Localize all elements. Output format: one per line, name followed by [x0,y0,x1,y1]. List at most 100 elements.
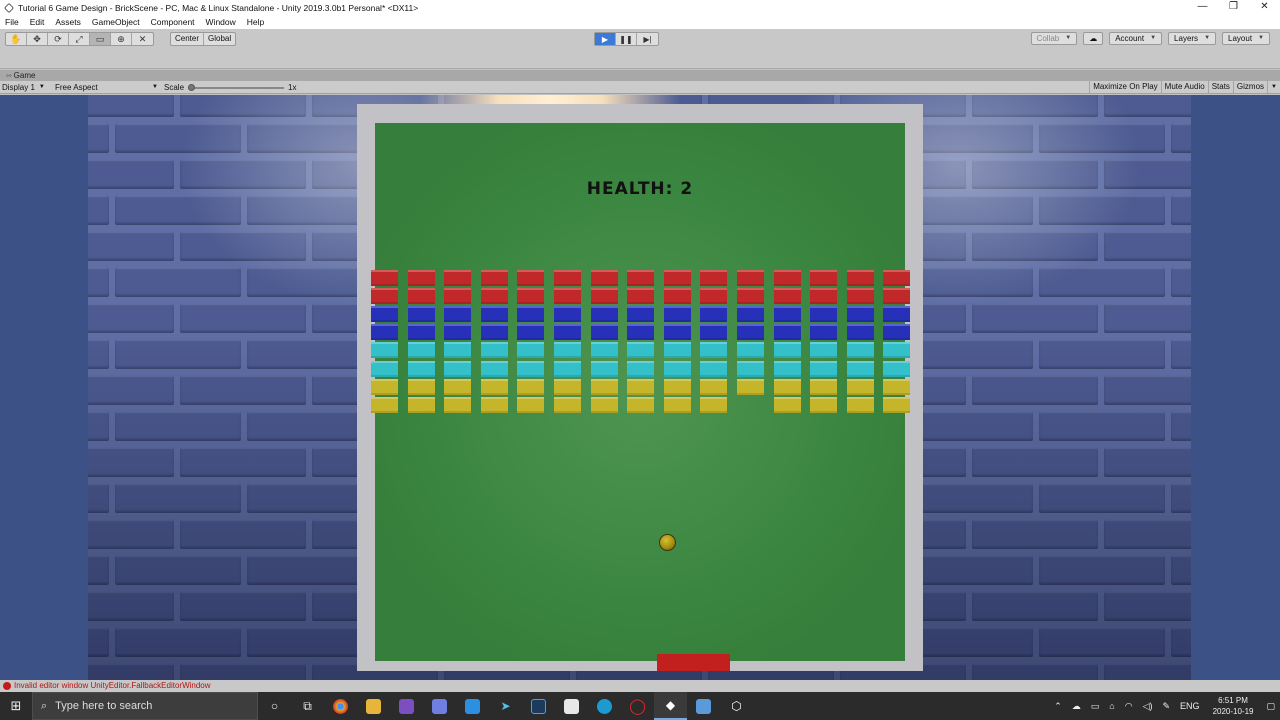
task-view-icon[interactable]: ⧉ [291,692,324,720]
wall-brick [88,591,174,621]
display-dropdown[interactable]: Display 1 ▼ [2,82,45,93]
scale-control: Scale 1x [164,82,296,93]
game-brick [773,378,801,395]
tab-game[interactable]: ◦◦ Game [2,71,39,81]
pause-button[interactable]: ❚❚ [616,33,637,45]
taskbar-search[interactable]: ⌕ Type here to search [32,692,258,720]
battery-icon[interactable]: ▭ [1086,701,1105,712]
volume-icon[interactable]: ◁) [1138,701,1158,712]
gizmos-dropdown[interactable]: Gizmos [1232,81,1267,93]
game-brick [371,306,398,323]
close-button[interactable]: ✕ [1249,0,1280,15]
wall-brick [907,483,1033,513]
layout-dropdown[interactable]: Layout ▼ [1222,32,1270,45]
pivot-center-button[interactable]: Center [171,33,205,45]
paddle [657,654,730,671]
window-app-icon[interactable] [687,692,720,720]
rotate-tool-icon[interactable]: ⟳ [48,33,69,45]
opera-icon[interactable]: ◯ [621,692,654,720]
scale-slider[interactable] [188,83,285,91]
pivot-global-button[interactable]: Global [204,33,235,45]
game-brick [810,396,838,413]
aspect-dropdown[interactable]: Free Aspect ▼ [55,82,158,93]
pen-icon[interactable]: ✎ [1158,701,1176,712]
scale-tool-icon[interactable]: ⤢ [69,33,90,45]
hand-tool-icon[interactable]: ✋ [6,33,27,45]
cortana-icon[interactable]: ○ [258,692,291,720]
visual-studio-icon[interactable] [390,692,423,720]
mail-icon[interactable] [456,692,489,720]
minimize-button[interactable]: — [1187,0,1218,15]
step-button[interactable]: ▶| [637,33,658,45]
wall-brick [1039,339,1165,369]
play-button[interactable]: ▶ [595,33,616,45]
custom-tool-icon[interactable]: ✕ [132,33,153,45]
store-icon[interactable] [555,692,588,720]
unity-hub-icon[interactable]: ⬡ [720,692,753,720]
layers-dropdown[interactable]: Layers ▼ [1168,32,1217,45]
layers-label: Layers [1174,34,1199,43]
mute-audio-toggle[interactable]: Mute Audio [1160,81,1208,93]
game-brick [444,378,472,395]
wall-brick [1171,555,1191,585]
wall-brick [907,195,1033,225]
wall-brick [1039,123,1165,153]
game-viewport[interactable]: HEALTH: 2 [0,95,1280,680]
menu-component[interactable]: Component [146,17,201,27]
wall-brick [88,627,109,657]
game-brick [444,360,472,377]
wall-brick [180,95,306,117]
game-brick [663,342,691,359]
network-icon[interactable]: ⌂ [1104,701,1119,711]
collab-button[interactable]: Collab ▼ [1030,32,1078,45]
stats-toggle[interactable]: Stats [1207,81,1233,93]
menu-edit[interactable]: Edit [25,17,51,27]
clock[interactable]: 6:51 PM 2020-10-19 [1205,695,1262,717]
game-brick [554,306,581,323]
play-controls: ▶ ❚❚ ▶| [594,32,659,46]
wifi-icon[interactable]: ◠ [1120,701,1138,712]
unity-taskbar-icon[interactable]: ◆ [654,692,687,720]
transform-tool-icon[interactable]: ⊕ [111,33,132,45]
game-brick [663,378,691,395]
onedrive-icon[interactable]: ☁ [1067,701,1086,712]
chevron-down-icon: ▼ [1065,35,1072,41]
windows-start-icon[interactable]: ⊞ [0,692,32,720]
layout-label: Layout [1228,34,1253,43]
wall-brick [907,411,1033,441]
clock-time: 6:51 PM [1218,696,1248,705]
maximize-on-play-toggle[interactable]: Maximize On Play [1089,81,1160,93]
notification-icon[interactable]: ▢ [1261,701,1280,712]
wall-brick [115,267,241,297]
file-explorer-icon[interactable] [357,692,390,720]
chrome-icon[interactable] [324,692,357,720]
menu-help[interactable]: Help [242,17,270,27]
game-brick [773,270,801,286]
rect-tool-icon[interactable]: ▭ [90,33,111,45]
account-dropdown[interactable]: Account ▼ [1109,32,1163,45]
console-status-bar[interactable]: Invalid editor window UnityEditor.Fallba… [0,680,1280,692]
photoshop-icon[interactable] [522,692,555,720]
window-titlebar: Tutorial 6 Game Design - BrickScene - PC… [0,0,1280,15]
wall-brick [180,519,306,549]
menu-window[interactable]: Window [201,17,242,27]
move-tool-icon[interactable]: ✥ [27,33,48,45]
menu-assets[interactable]: Assets [50,17,87,27]
scale-slider-handle[interactable] [188,83,196,91]
edge-icon[interactable] [588,692,621,720]
gamepad-icon: ◦◦ [6,71,12,80]
chevron-up-icon[interactable]: ⌃ [1049,701,1067,712]
restore-button[interactable]: ❐ [1218,0,1249,15]
wall-brick [1104,519,1191,549]
wall-brick [1171,195,1191,225]
menu-gameobject[interactable]: GameObject [87,17,146,27]
wall-brick [88,663,174,680]
wall-brick [88,447,174,477]
arrow-app-icon[interactable]: ➤ [489,692,522,720]
discord-icon[interactable] [423,692,456,720]
game-brick [480,324,508,341]
cloud-button[interactable]: ☁ [1083,32,1104,45]
wall-brick [115,483,241,513]
menu-file[interactable]: File [0,17,25,27]
language-indicator[interactable]: ENG [1175,701,1205,711]
